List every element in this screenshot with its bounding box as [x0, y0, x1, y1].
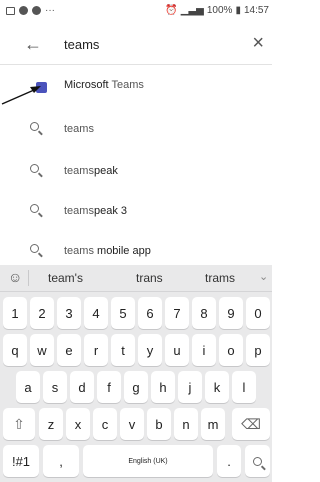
key-y[interactable]: y — [138, 334, 162, 366]
key-w[interactable]: w — [30, 334, 54, 366]
alarm-icon: ⏰ — [165, 5, 178, 16]
key-r[interactable]: r — [84, 334, 108, 366]
key-a[interactable]: a — [16, 371, 40, 403]
key-2[interactable]: 2 — [30, 297, 54, 329]
shift-key[interactable]: ⇧ — [3, 408, 35, 440]
key-j[interactable]: j — [178, 371, 202, 403]
key-b[interactable]: b — [147, 408, 171, 440]
key-0[interactable]: 0 — [246, 297, 270, 329]
key-6[interactable]: 6 — [138, 297, 162, 329]
battery-icon: ▮ — [235, 5, 241, 16]
suggestion-teamspeak[interactable]: teamspeak — [0, 152, 272, 192]
key-p[interactable]: p — [246, 334, 270, 366]
keyboard-suggestion-bar: ☺ team's trans trams ⌄ — [0, 265, 272, 292]
chevron-down-icon[interactable]: ⌄ — [259, 270, 268, 283]
key-i[interactable]: i — [192, 334, 216, 366]
key-m[interactable]: m — [201, 408, 225, 440]
suggestion-label: teams — [64, 123, 94, 135]
key-d[interactable]: d — [70, 371, 94, 403]
key-e[interactable]: e — [57, 334, 81, 366]
key-g[interactable]: g — [124, 371, 148, 403]
key-o[interactable]: o — [219, 334, 243, 366]
key-f[interactable]: f — [97, 371, 121, 403]
key-n[interactable]: n — [174, 408, 198, 440]
key-t[interactable]: t — [111, 334, 135, 366]
search-icon — [30, 164, 39, 173]
search-icon — [30, 244, 39, 253]
suggestion-label: Microsoft Teams — [64, 79, 144, 91]
clear-search-icon[interactable]: × — [252, 32, 264, 55]
suggestion-label: teams mobile app — [64, 245, 151, 257]
search-icon — [30, 122, 39, 131]
key-3[interactable]: 3 — [57, 297, 81, 329]
key-u[interactable]: u — [165, 334, 189, 366]
suggestion-teamspeak-3[interactable]: teamspeak 3 — [0, 192, 272, 232]
clock: 14:57 — [243, 5, 269, 16]
key-l[interactable]: l — [232, 371, 256, 403]
search-input[interactable]: teams — [64, 37, 99, 52]
search-key[interactable] — [245, 445, 270, 477]
suggestion-teams[interactable]: teams — [0, 110, 272, 150]
key-1[interactable]: 1 — [3, 297, 27, 329]
comma-key[interactable]: , — [43, 445, 79, 477]
key-8[interactable]: 8 — [192, 297, 216, 329]
word-suggestion-1[interactable]: team's — [48, 271, 83, 285]
period-key[interactable]: . — [217, 445, 241, 477]
backspace-key[interactable]: ⌫ — [232, 408, 270, 440]
battery-percent: 100% — [206, 5, 233, 16]
key-5[interactable]: 5 — [111, 297, 135, 329]
suggestion-label: teamspeak 3 — [64, 205, 127, 217]
key-q[interactable]: q — [3, 334, 27, 366]
key-9[interactable]: 9 — [219, 297, 243, 329]
emoji-icon[interactable]: ☺ — [8, 269, 22, 285]
key-v[interactable]: v — [120, 408, 144, 440]
key-z[interactable]: z — [39, 408, 63, 440]
key-c[interactable]: c — [93, 408, 117, 440]
key-s[interactable]: s — [43, 371, 67, 403]
search-icon — [30, 204, 39, 213]
word-suggestion-3[interactable]: trams — [205, 271, 235, 285]
word-suggestion-2[interactable]: trans — [136, 271, 163, 285]
annotation-arrow — [1, 86, 41, 105]
signal-icon: ▁▃▅ — [180, 5, 204, 16]
key-k[interactable]: k — [205, 371, 229, 403]
key-4[interactable]: 4 — [84, 297, 108, 329]
key-h[interactable]: h — [151, 371, 175, 403]
key-x[interactable]: x — [66, 408, 90, 440]
space-key[interactable]: English (UK) — [83, 445, 213, 477]
suggestion-label: teamspeak — [64, 165, 118, 177]
symbols-key[interactable]: !#1 — [3, 445, 39, 477]
keyboard: ☺ team's trans trams ⌄ 1234567890 qwertyu… — [0, 265, 272, 482]
search-icon — [253, 456, 262, 466]
key-7[interactable]: 7 — [165, 297, 189, 329]
